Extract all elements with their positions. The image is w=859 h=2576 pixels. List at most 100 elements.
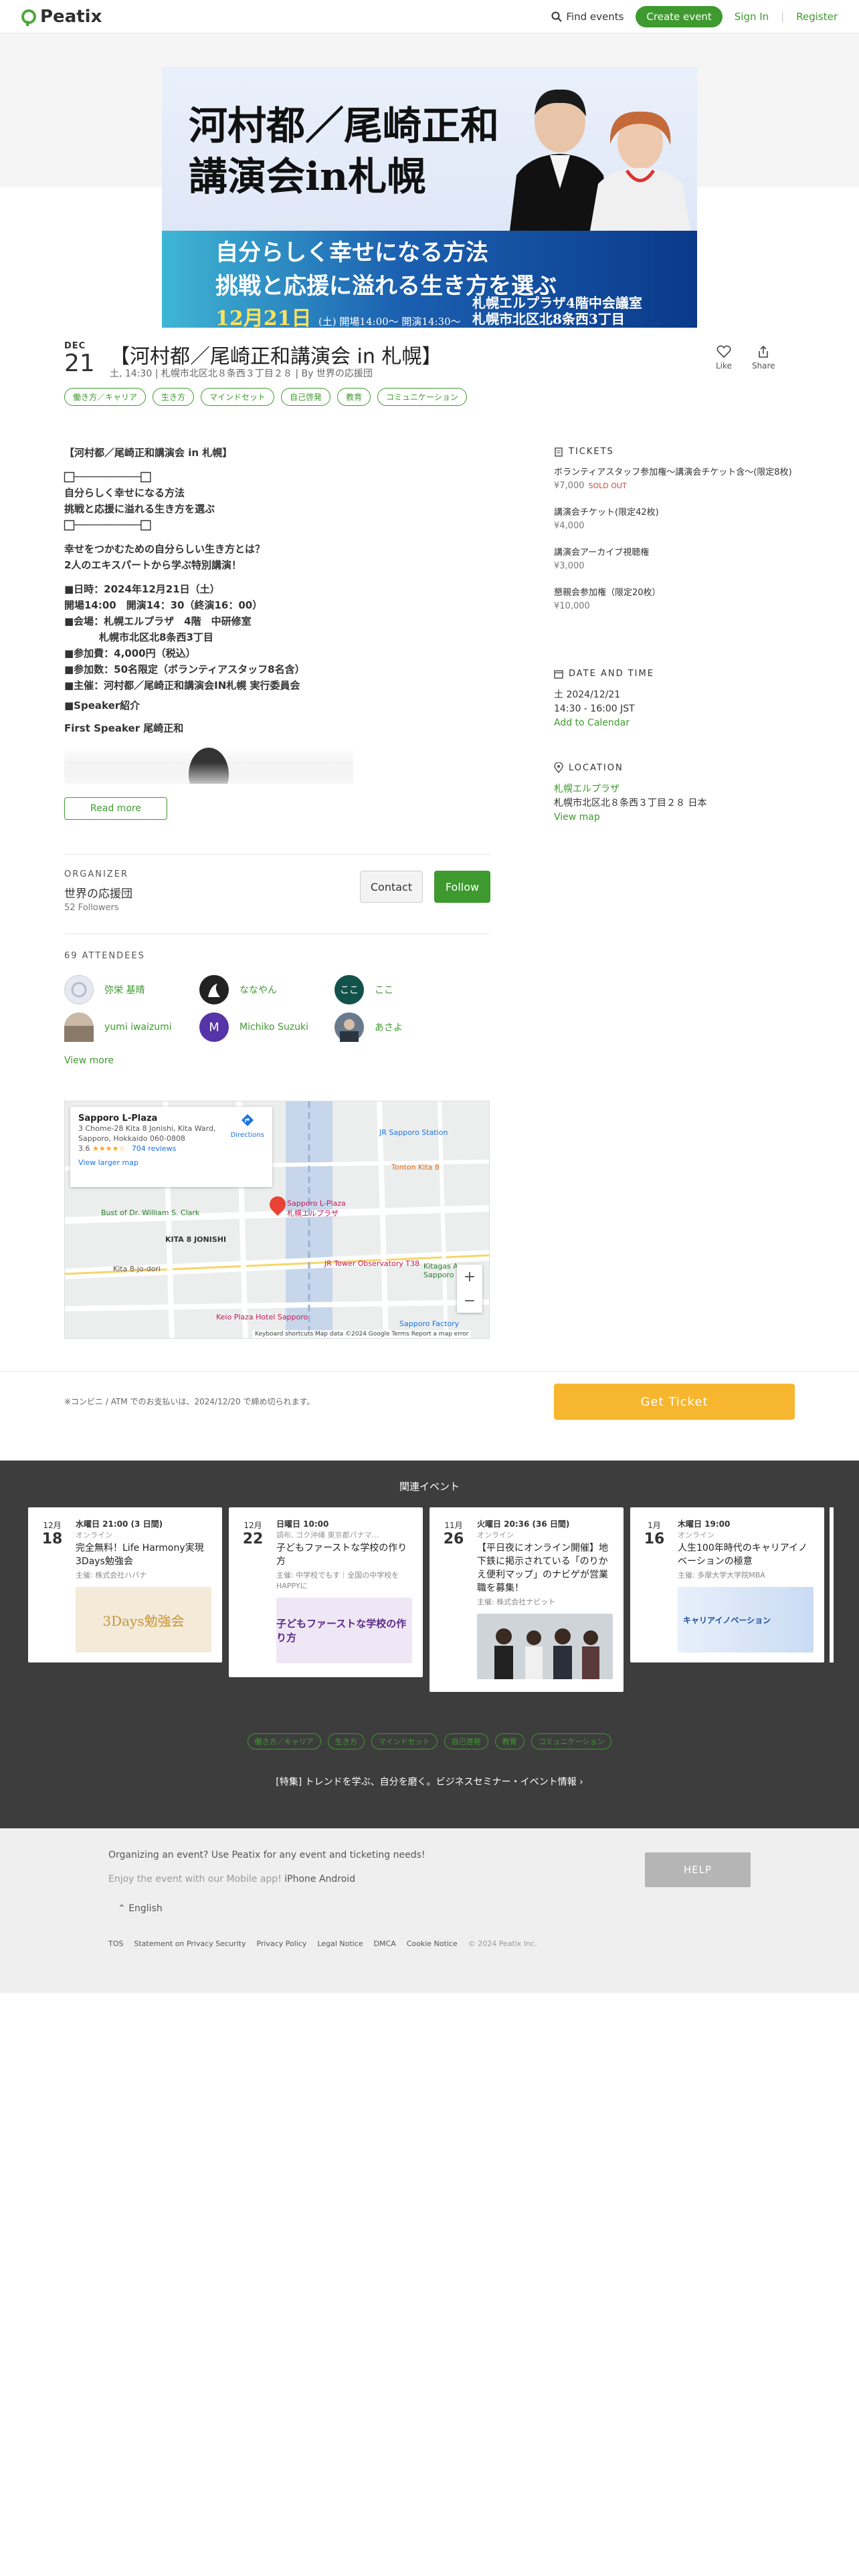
like-button[interactable]: Like	[716, 345, 732, 370]
card-organizer: 主催: 株式会社ハバナ	[76, 1571, 147, 1580]
footer-links: TOS Statement on Privacy Security Privac…	[108, 1939, 537, 1948]
sold-out-badge: SOLD OUT	[588, 481, 627, 490]
organizer-name[interactable]: 世界の応援団	[64, 884, 132, 901]
related-event-card[interactable]: 11月 26 火曜日 20:36 (36 日間) オンライン 【平日夜にオンライ…	[430, 1507, 624, 1692]
find-events-link[interactable]: Find events	[551, 11, 624, 23]
attendee-item[interactable]: M Michiko Suzuki	[199, 1012, 308, 1042]
card-mode: オンライン	[76, 1531, 112, 1539]
footer-link[interactable]: DMCA	[374, 1939, 396, 1948]
card-day: 16	[644, 1531, 665, 1547]
peatix-logo[interactable]: Peatix	[21, 7, 102, 27]
related-tags: 働き方／キャリア 生き方 マインドセット 自己啓発 教育 コミュニケーション	[0, 1733, 859, 1749]
ticket-name: 講演会チケット(限定42枚)	[554, 508, 659, 518]
tag-item[interactable]: コミュニケーション	[377, 388, 467, 406]
hero-title-line-1: 河村都／尾崎正和	[189, 103, 500, 148]
tag-item[interactable]: 生き方	[327, 1733, 365, 1749]
attendee-item[interactable]: ななやん	[199, 975, 277, 1004]
like-label: Like	[716, 361, 732, 370]
nav-separator: |	[781, 10, 785, 23]
zoom-out-button[interactable]: −	[464, 1293, 476, 1309]
attendee-item[interactable]: 弥栄 基晴	[64, 975, 145, 1004]
hero-date-main: 12月21日	[215, 307, 312, 328]
tag-item[interactable]: 自己啓発	[444, 1733, 488, 1749]
event-description: 【河村都／尾崎正和講演会 in 札幌】 ⬜︎───────────⬜︎ 自分らし…	[64, 445, 399, 714]
language-selector[interactable]: ⌃ English	[118, 1903, 163, 1914]
tag-item[interactable]: マインドセット	[371, 1733, 438, 1749]
directions-button[interactable]: Directions	[231, 1113, 264, 1140]
footer-link[interactable]: TOS	[108, 1939, 123, 1948]
map-reviews-link[interactable]: 704 reviews	[132, 1144, 177, 1153]
related-event-card[interactable]: 12月 18 水曜日 21:00 (3 日間) オンライン 完全無料！Life …	[28, 1507, 222, 1662]
help-button[interactable]: HELP	[645, 1852, 751, 1887]
sign-in-link[interactable]: Sign In	[735, 11, 769, 23]
event-date-text: 土 2024/12/21	[554, 689, 621, 700]
map-poi-label: Tonton Kita 8	[391, 1163, 440, 1172]
tag-item[interactable]: 教育	[494, 1733, 524, 1749]
card-time: 日曜日 10:00	[276, 1519, 329, 1529]
mobile-app-line: Enjoy the event with our Mobile app! iPh…	[108, 1874, 355, 1885]
read-more-button[interactable]: Read more	[64, 797, 167, 820]
event-title: 【河村都／尾崎正和講演会 in 札幌】	[110, 345, 442, 368]
desc-line	[64, 461, 399, 469]
zoom-in-button[interactable]: +	[464, 1269, 476, 1285]
avatar-photo-icon	[64, 1026, 94, 1042]
card-image: 3Days勉強会	[76, 1587, 211, 1652]
share-button[interactable]: Share	[752, 345, 775, 370]
ticket-price: ¥3,000	[554, 561, 585, 571]
attendee-name: yumi iwaizumi	[104, 1022, 172, 1033]
directions-icon	[241, 1114, 254, 1126]
card-organizer: 主催: 多摩大学大学院MBA	[678, 1571, 765, 1580]
find-events-label: Find events	[566, 10, 624, 23]
caret-up-icon: ⌃	[118, 1903, 129, 1914]
get-ticket-button[interactable]: Get Ticket	[554, 1384, 795, 1420]
ticket-name: ボランティアスタッフ参加権〜講演会チケット含〜(限定8枚)	[554, 467, 792, 477]
register-link[interactable]: Register	[796, 11, 838, 23]
tag-item[interactable]: マインドセット	[201, 388, 275, 406]
hero-subtitle: 自分らしく幸せになる方法 挑戦と応援に溢れる生き方を選ぶ	[215, 236, 557, 303]
venue-link[interactable]: 札幌エルプラザ	[554, 782, 795, 796]
create-event-button[interactable]: Create event	[636, 5, 723, 27]
footer-link[interactable]: Privacy Policy	[256, 1939, 306, 1948]
tag-item[interactable]: 教育	[337, 388, 371, 406]
nav-actions: Find events Create event Sign In | Regis…	[551, 5, 838, 27]
avatar	[64, 975, 94, 1004]
desc-line: ■会場：札幌エルプラザ 4階 中研修室	[64, 615, 252, 627]
attendee-item[interactable]: ここ ここ	[335, 975, 393, 1004]
attendee-item[interactable]: yumi iwaizumi	[64, 1012, 172, 1042]
follow-button[interactable]: Follow	[434, 871, 490, 903]
google-map[interactable]: Sapporo L-Plaza 3 Chome-28 Kita 8 Jonish…	[64, 1101, 490, 1339]
location-section: LOCATION 札幌エルプラザ 札幌市北区北８条西３丁目２８ 日本 View …	[554, 762, 795, 825]
attendee-name: ここ	[375, 985, 393, 996]
desc-line: ■主催：河村都／尾崎正和講演会IN札幌 実行委員会	[64, 679, 300, 691]
map-poi-label: Keio Plaza Hotel Sapporo	[216, 1313, 308, 1321]
footer-link[interactable]: Legal Notice	[317, 1939, 363, 1948]
directions-label: Directions	[230, 1132, 264, 1139]
desc-line: 挑戦と応援に溢れる生き方を選ぶ	[64, 503, 215, 515]
contact-button[interactable]: Contact	[360, 871, 423, 903]
related-event-card[interactable]: 12月 22 日曜日 10:00 調布, ゴク沖縄 東京都パナマ… 子どもファー…	[229, 1507, 423, 1677]
attendee-name: 弥栄 基晴	[104, 985, 145, 996]
map-pin-label: Sapporo L-Plaza 札幌エルプラザ	[287, 1199, 346, 1218]
tag-item[interactable]: 生き方	[153, 388, 195, 406]
attendees-heading: 69 ATTENDEES	[64, 951, 145, 961]
tag-item[interactable]: コミュニケーション	[531, 1733, 612, 1749]
attendee-item[interactable]: あさよ	[335, 1012, 403, 1042]
related-event-card[interactable]: 1月 16 木曜日 19:00 オンライン 人生100年時代のキャリアイノベーシ…	[630, 1507, 824, 1662]
card-mode: 調布, ゴク沖縄 東京都パナマ…	[276, 1531, 379, 1539]
view-larger-map-link[interactable]: View larger map	[78, 1158, 264, 1168]
tag-item[interactable]: 働き方／キャリア	[64, 388, 147, 406]
tag-item[interactable]: 自己啓発	[281, 388, 331, 406]
view-more-attendees-link[interactable]: View more	[64, 1055, 114, 1066]
footer-link[interactable]: Cookie Notice	[407, 1939, 458, 1948]
add-to-calendar-link[interactable]: Add to Calendar	[554, 718, 630, 728]
feature-link[interactable]: [特集] トレンドを学ぶ、自分を磨く。ビジネスセミナー・イベント情報 ›	[0, 1775, 859, 1788]
hero-venue: 札幌エルプラザ4階中会議室 札幌市北区北8条西3丁目	[472, 295, 642, 327]
card-time: 木曜日 19:00	[678, 1519, 731, 1529]
event-day: 21	[64, 350, 95, 377]
ticket-price: ¥7,000	[554, 481, 585, 491]
tag-item[interactable]: 働き方／キャリア	[247, 1733, 321, 1749]
mobile-app-links[interactable]: iPhone Android	[284, 1874, 355, 1885]
footer-link[interactable]: Statement on Privacy Security	[134, 1939, 246, 1948]
card-day: 26	[443, 1531, 464, 1547]
view-map-link[interactable]: View map	[554, 811, 795, 825]
